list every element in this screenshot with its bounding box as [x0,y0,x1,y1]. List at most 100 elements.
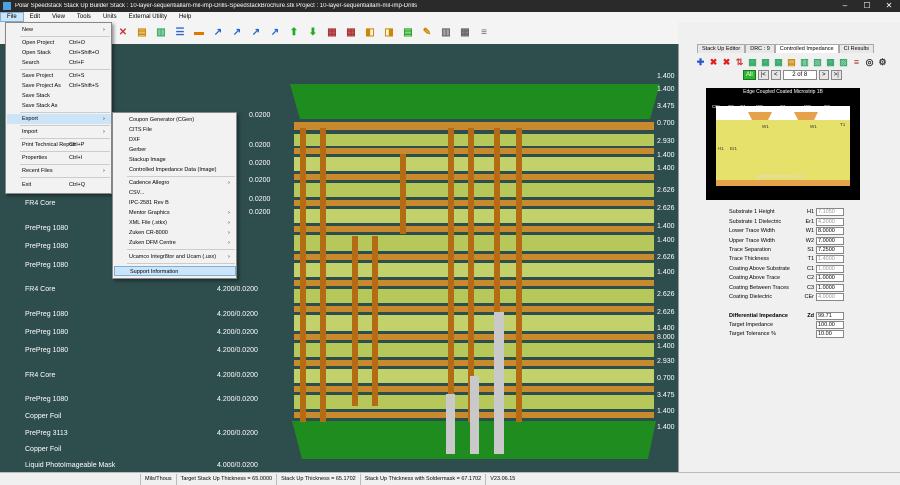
first-button[interactable]: |< [757,70,769,80]
export-ucamco[interactable]: Ucamco Integr8tor and Ucam (.usx) › [114,252,236,262]
structure-icon[interactable]: ▦ [747,57,758,68]
close-button[interactable]: ✕ [878,0,900,12]
export-stackup-image[interactable]: Stackup Image [114,155,236,165]
menu-view[interactable]: View [46,12,71,22]
param-input[interactable]: 7.1050 [816,207,844,216]
export-zuken-dfm[interactable]: Zuken DFM Centre › [114,238,236,248]
export-cits-file[interactable]: CITS File [114,125,236,135]
menu-item-save-project[interactable]: Save Project Ctrl+S [7,71,111,81]
param-input[interactable]: 1.4000 [816,254,844,263]
edit-icon[interactable]: ✎ [420,26,434,40]
param-input[interactable]: 1.0000 [816,283,844,292]
target-impedance-input[interactable]: 100.00 [816,320,844,329]
stack-icon[interactable]: ☰ [173,26,187,40]
param-input[interactable]: 1.0000 [816,264,844,273]
grid-view-icon[interactable]: ▦ [825,57,836,68]
insert-layer-icon[interactable]: ▬ [192,26,206,40]
param-input[interactable]: 8.0000 [816,226,844,235]
export-dxf[interactable]: DXF [114,135,236,145]
menu-units[interactable]: Units [97,12,123,22]
export-mentor-graphics[interactable]: Mentor Graphics › [114,208,236,218]
param-input[interactable]: 7.0000 [816,236,844,245]
drill-up-icon[interactable]: ↗ [211,26,225,40]
diagram-label-h1: H1 [718,146,724,151]
material-icon[interactable]: ◧ [363,26,377,40]
export-gerber[interactable]: Gerber [114,145,236,155]
minimize-button[interactable]: – [834,0,856,12]
material-2-icon[interactable]: ◨ [382,26,396,40]
grid-icon[interactable]: ▦ [325,26,339,40]
menu-item-open-stack[interactable]: Open Stack Ctrl+Shift+O [7,48,111,58]
export-zuken-cr8000[interactable]: Zuken CR-8000 › [114,228,236,238]
drill-right-icon[interactable]: ↗ [230,26,244,40]
settings-icon[interactable]: ⚙ [877,57,888,68]
calc-icon[interactable]: ▤ [786,57,797,68]
menu-item-print-report[interactable]: Print Technical Report Ctrl+P [7,140,111,150]
param-input[interactable]: 4.0000 [816,292,844,301]
status-bar: Mils/Thous Target Stack Up Thickness = 6… [0,472,900,485]
delete-icon[interactable]: ✖ [721,57,732,68]
export-coupon-generator[interactable]: Coupon Generator (CGen) [114,115,236,125]
last-button[interactable]: >| [830,70,842,80]
tab-ci-results[interactable]: CI Results [838,44,874,53]
tab-stack-up-editor[interactable]: Stack Up Editor [697,44,746,53]
param-input[interactable]: 7.2500 [816,245,844,254]
graph-icon[interactable]: ▧ [812,57,823,68]
list-icon[interactable]: ≡ [851,57,862,68]
menu-item-recent-files[interactable]: Recent Files › [7,166,111,176]
structure-3-icon[interactable]: ▦ [773,57,784,68]
delete-layer-icon[interactable]: ✕ [116,26,130,40]
menu-item-import[interactable]: Import › [7,127,111,137]
dielectric-layer-icon[interactable]: ▥ [154,26,168,40]
drill-up-3-icon[interactable]: ↗ [268,26,282,40]
export-csv[interactable]: CSV... [114,188,236,198]
menu-item-save-stack[interactable]: Save Stack [7,91,111,101]
add-icon[interactable]: ✚ [695,57,706,68]
move-down-icon[interactable]: ⬇ [306,26,320,40]
menu-item-save-stack-as[interactable]: Save Stack As [7,101,111,111]
table-icon[interactable]: ▤ [401,26,415,40]
report-icon[interactable]: ▦ [458,26,472,40]
chart-icon[interactable]: ▥ [439,26,453,40]
layer-label: Copper Foil [25,446,62,453]
param-input[interactable]: 4.2000 [816,217,844,226]
menu-item-export[interactable]: Export › [7,114,111,124]
menu-help[interactable]: Help [173,12,197,22]
export-support-information[interactable]: Support Information [114,266,236,276]
export-cadence-allegro[interactable]: Cadence Allegro › [114,178,236,188]
menu-item-new[interactable]: New › [7,25,111,35]
param-input[interactable]: 1.0000 [816,273,844,282]
menu-item-open-project[interactable]: Open Project Ctrl+O [7,38,111,48]
tab-controlled-impedance[interactable]: Controlled Impedance [774,44,839,53]
layers-icon[interactable]: ≡ [477,26,491,40]
menu-edit[interactable]: Edit [24,12,46,22]
goal-seek-icon[interactable]: ◎ [864,57,875,68]
export-ipc-2581[interactable]: IPC-2581 Rev B [114,198,236,208]
prev-button[interactable]: < [770,70,781,80]
structure-2-icon[interactable]: ▦ [760,57,771,68]
export-xml-file[interactable]: XML File (.stkx) › [114,218,236,228]
menu-item-properties[interactable]: Properties Ctrl+I [7,153,111,163]
menu-item-save-project-as[interactable]: Save Project As Ctrl+Shift+S [7,81,111,91]
drill-up-2-icon[interactable]: ↗ [249,26,263,40]
tab-drc[interactable]: DRC : 9 [745,44,775,53]
target-tolerance-input[interactable]: 10.00 [816,329,844,338]
page-indicator: 2 of 8 [782,70,817,80]
swap-icon[interactable]: ⇅ [734,57,745,68]
menu-item-search[interactable]: Search Ctrl+F [7,58,111,68]
next-button[interactable]: > [818,70,829,80]
move-up-icon[interactable]: ⬆ [287,26,301,40]
remove-icon[interactable]: ✖ [708,57,719,68]
export-ci-data-image[interactable]: Controlled Impedance Data (Image) [114,165,236,175]
copper-layer-icon[interactable]: ▤ [135,26,149,40]
sweep-icon[interactable]: ▨ [838,57,849,68]
menu-item-exit[interactable]: Exit Ctrl+Q [7,180,111,190]
grid-2-icon[interactable]: ▦ [344,26,358,40]
menu-external-utility[interactable]: External Utility [123,12,173,22]
menu-tools[interactable]: Tools [71,12,97,22]
all-button[interactable]: All [743,70,756,80]
thickness-value: 2.930 [657,138,675,145]
maximize-button[interactable]: ☐ [856,0,878,12]
menu-file[interactable]: File [0,12,24,22]
table-view-icon[interactable]: ▥ [799,57,810,68]
